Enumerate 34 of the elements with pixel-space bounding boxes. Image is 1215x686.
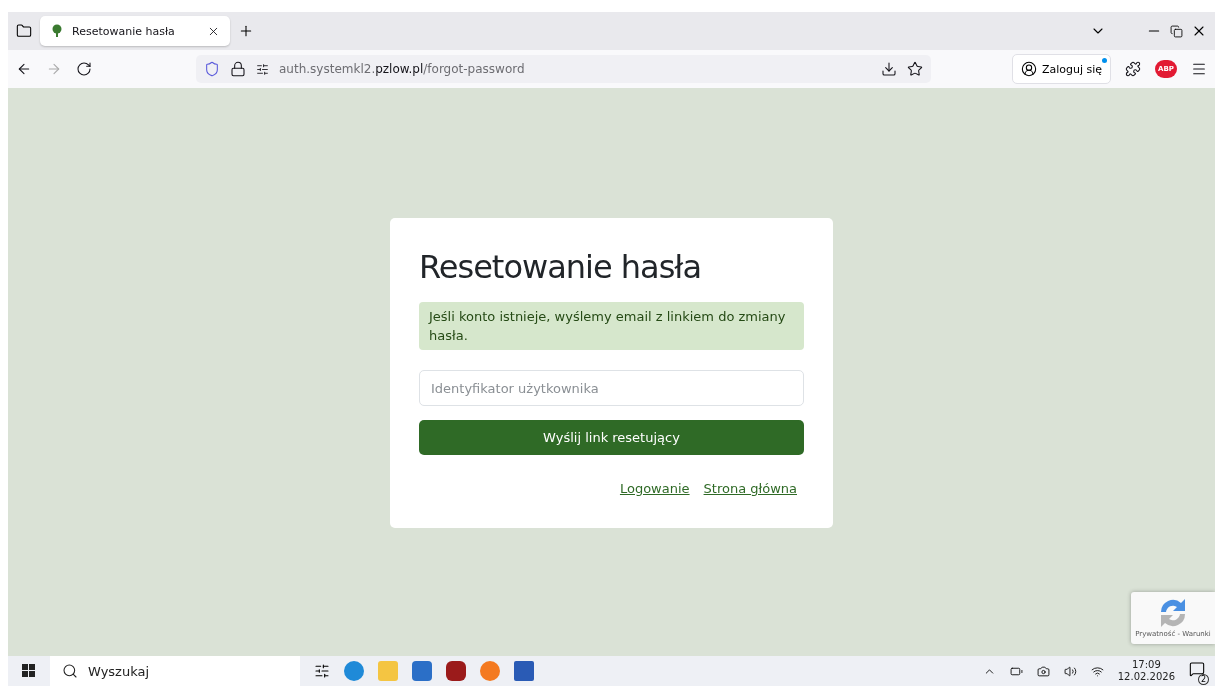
volume-icon[interactable] <box>1063 664 1077 678</box>
back-icon[interactable] <box>16 61 32 77</box>
success-alert: Jeśli konto istnieje, wyślemy email z linkiem do zmiany hasła. <box>419 302 804 350</box>
puzzle-icon[interactable] <box>1125 61 1141 77</box>
address-bar[interactable]: auth.systemkl2.pzlow.pl/forgot-password <box>196 55 931 83</box>
restore-icon[interactable] <box>1170 24 1183 38</box>
notification-count: 2 <box>1197 674 1209 685</box>
shield-icon[interactable] <box>204 61 220 77</box>
search-icon[interactable] <box>62 663 78 679</box>
user-icon[interactable] <box>1020 61 1037 77</box>
star-icon[interactable] <box>907 61 923 77</box>
sign-in-button[interactable]: Zaloguj się <box>1011 54 1111 84</box>
new-tab-icon[interactable] <box>238 23 254 39</box>
camera-icon[interactable] <box>1036 664 1050 678</box>
send-reset-link-button[interactable]: Wyślij link resetujący <box>419 420 804 455</box>
menu-icon[interactable] <box>1191 61 1207 77</box>
notification-dot <box>1102 58 1107 63</box>
lock-icon[interactable] <box>230 61 246 77</box>
clock[interactable]: 17:09 12.02.2026 <box>1117 659 1175 683</box>
browser-tab[interactable]: Resetowanie hasła <box>40 16 230 46</box>
download-icon[interactable] <box>881 61 897 77</box>
reload-icon[interactable] <box>76 61 92 77</box>
tab-title: Resetowanie hasła <box>72 24 176 38</box>
user-id-field[interactable]: Identyfikator użytkownika <box>419 370 804 406</box>
tree-icon <box>50 24 64 38</box>
taskbar-search[interactable]: Wyszukaj <box>50 656 300 686</box>
nav-link[interactable]: Logowanie <box>619 481 690 496</box>
page-title: Resetowanie hasła <box>419 248 703 286</box>
url-text: auth.systemkl2.pzlow.pl/forgot-password <box>279 62 526 76</box>
wifi-icon[interactable] <box>1090 664 1104 678</box>
notification-icon[interactable] <box>1189 661 1205 677</box>
nav-link[interactable]: Strona główna <box>703 481 797 496</box>
sliders-icon[interactable] <box>256 62 269 76</box>
windows-icon[interactable] <box>22 664 36 678</box>
